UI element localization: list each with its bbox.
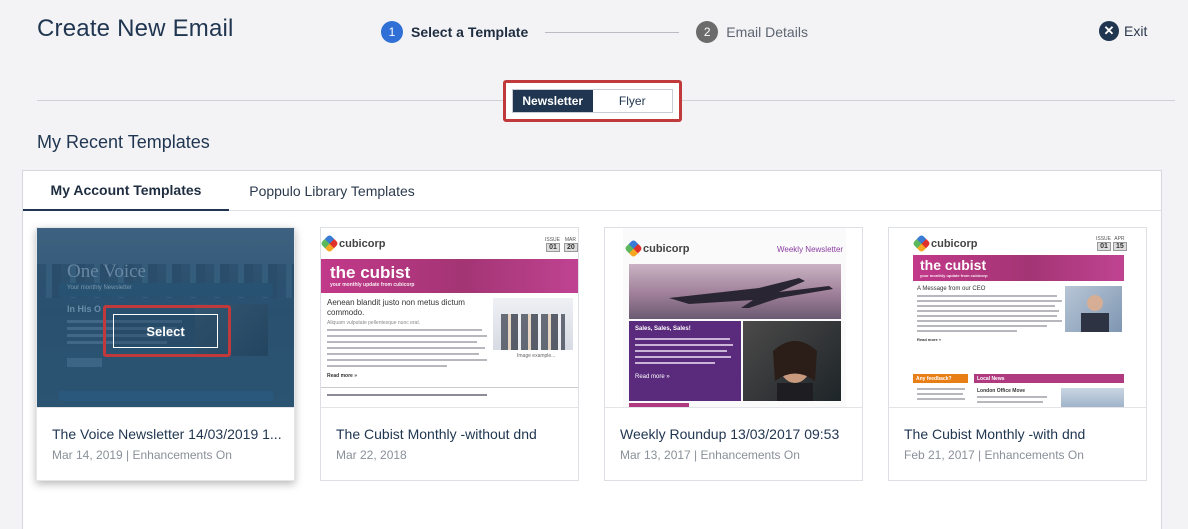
ceo-photo (1065, 286, 1122, 332)
template-thumbnail: cubicorp Weekly Newsletter Sales, Sales,… (605, 228, 862, 408)
cubicorp-logo-icon (624, 239, 643, 258)
promo-box (629, 321, 741, 401)
card-title: Weekly Roundup 13/03/2017 09:53 (620, 426, 840, 442)
step-2-number: 2 (696, 21, 719, 43)
template-card-weekly-roundup[interactable]: cubicorp Weekly Newsletter Sales, Sales,… (604, 227, 863, 481)
card-title: The Voice Newsletter 14/03/2019 1... (52, 426, 282, 442)
tab-my-account-templates[interactable]: My Account Templates (23, 171, 229, 211)
create-email-page: Create New Email 1 Select a Template 2 E… (0, 0, 1188, 529)
select-template-button[interactable]: Select (113, 314, 218, 348)
cubicorp-logo: cubicorp (321, 234, 385, 253)
cubist-banner: the cubist your monthly update from cubi… (913, 255, 1124, 281)
exit-label: Exit (1124, 23, 1148, 39)
step-1-number: 1 (381, 21, 403, 43)
step-connector (545, 31, 680, 33)
toggle-flyer[interactable]: Flyer (593, 90, 673, 112)
template-card-cubist-without-dnd[interactable]: cubicorp ISSUE 01 MAR 20 the cubist your m… (320, 227, 579, 481)
template-card-cubist-with-dnd[interactable]: cubicorp ISSUE 01 APR 15 the cubist your m… (888, 227, 1147, 481)
card-title: The Cubist Monthly -with dnd (904, 426, 1086, 442)
template-type-toggle-highlight: Newsletter Flyer (503, 80, 682, 122)
cubist-banner: the cubist your monthly update from cubi… (321, 259, 578, 293)
airplane-icon (669, 278, 833, 308)
toggle-newsletter[interactable]: Newsletter (513, 90, 593, 112)
cubicorp-logo: cubicorp (912, 234, 977, 253)
exit-button[interactable]: ✕ Exit (1099, 21, 1147, 41)
templates-panel: My Account Templates Poppulo Library Tem… (22, 170, 1162, 529)
airplane-photo (629, 264, 841, 319)
step-2-label: Email Details (726, 24, 808, 40)
card-title: The Cubist Monthly -without dnd (336, 426, 537, 442)
woman-photo (743, 321, 841, 401)
template-thumbnail: One Voice Your monthly Newsletter In His… (37, 228, 294, 408)
cubicorp-logo-icon (912, 234, 931, 253)
template-card-voice-newsletter[interactable]: One Voice Your monthly Newsletter In His… (36, 227, 295, 481)
card-meta: Mar 14, 2019 | Enhancements On (52, 448, 232, 462)
template-thumbnail: cubicorp ISSUE 01 MAR 20 the cubist your m… (321, 228, 578, 408)
close-icon: ✕ (1099, 21, 1119, 41)
people-photo (493, 298, 573, 350)
stepper: 1 Select a Template 2 Email Details (381, 20, 808, 44)
tab-poppulo-library-templates[interactable]: Poppulo Library Templates (229, 171, 435, 211)
thumb-headline: Aenean blandit justo non metus dictum co… (327, 298, 465, 317)
template-type-toggle: Newsletter Flyer (512, 89, 673, 113)
card-meta: Mar 13, 2017 | Enhancements On (620, 448, 800, 462)
thumb-headline: A Message from our CEO (917, 286, 986, 292)
office-photo (1061, 388, 1124, 407)
cubicorp-logo: cubicorp (624, 239, 689, 258)
step-1-label: Select a Template (411, 24, 529, 40)
card-meta: Feb 21, 2017 | Enhancements On (904, 448, 1084, 462)
card-meta: Mar 22, 2018 (336, 448, 407, 462)
template-tabs: My Account Templates Poppulo Library Tem… (23, 171, 1161, 211)
page-title: Create New Email (37, 15, 234, 42)
section-title: My Recent Templates (37, 132, 210, 152)
cubicorp-logo-icon (321, 234, 339, 253)
template-thumbnail: cubicorp ISSUE 01 APR 15 the cubist your m… (889, 228, 1146, 408)
